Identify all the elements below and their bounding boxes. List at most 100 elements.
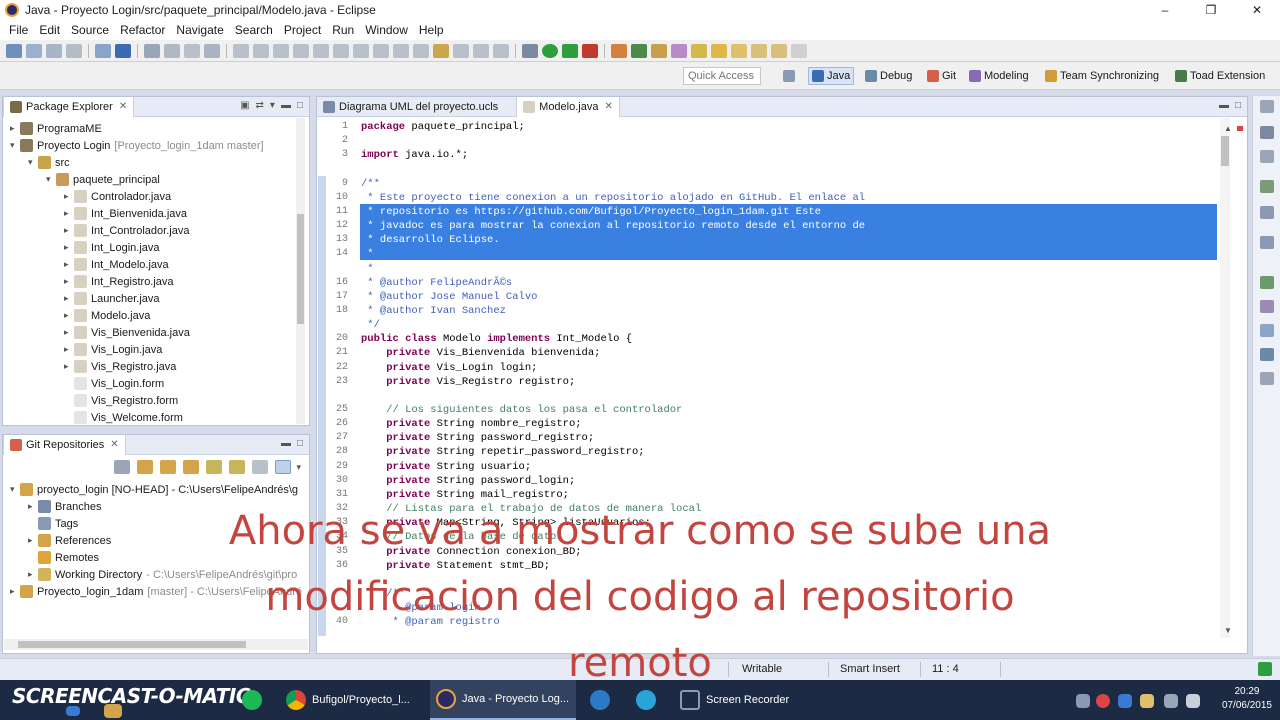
maximize-icon[interactable]: □ [297, 100, 303, 111]
console-icon[interactable] [1260, 300, 1274, 313]
code-line[interactable]: private String password_registro; [361, 431, 594, 445]
tab-package-explorer[interactable]: Package Explorer ✕ [3, 96, 135, 117]
tree-item-remotes[interactable]: Remotes [38, 549, 99, 566]
perspective-modeling[interactable]: Modeling [966, 67, 1032, 85]
scroll-thumb[interactable] [1221, 136, 1229, 166]
code-line[interactable]: * @param login [361, 601, 481, 615]
close-icon[interactable]: ✕ [119, 101, 127, 112]
menu-project[interactable]: Project [279, 23, 327, 37]
tab-modelo-java[interactable]: Modelo.java ✕ [516, 96, 620, 117]
telegram-icon[interactable] [636, 690, 656, 710]
collapse-icon[interactable] [114, 460, 131, 474]
menu-navigate[interactable]: Navigate [171, 23, 229, 37]
toggle-icon[interactable] [164, 43, 180, 58]
tree-item-programame[interactable]: ▸ ProgramaME [10, 120, 102, 137]
link-icon[interactable] [206, 460, 223, 474]
chrome-tray-icon[interactable] [1096, 694, 1110, 708]
tree-item-working-directory[interactable]: ▸ Working Directory - C:\Users\FelipeAndré… [28, 566, 297, 583]
tree-item-repository[interactable]: ▾ proyecto_login [NO-HEAD] - C:\Users\Fel… [10, 481, 298, 498]
code-line[interactable]: private Statement stmt_BD; [361, 559, 550, 573]
mark-occurrences-icon[interactable] [433, 43, 449, 58]
refresh-icon[interactable] [229, 460, 246, 474]
tree-item-file[interactable]: ▸ Int_Modelo.java [64, 256, 169, 273]
tool-icon[interactable] [293, 43, 309, 58]
tree-item-file[interactable]: Vis_Welcome.form [74, 409, 183, 426]
prev-annotation-icon[interactable] [731, 43, 747, 58]
perspective-git[interactable]: Git [924, 67, 959, 85]
tool-icon[interactable] [413, 43, 429, 58]
minimize-icon[interactable] [1260, 100, 1274, 113]
pin-icon[interactable] [791, 43, 807, 58]
code-line[interactable]: * desarrollo Eclipse. [361, 233, 499, 247]
menu-run[interactable]: Run [327, 23, 360, 37]
network-icon[interactable] [1164, 694, 1178, 708]
javadoc-icon[interactable] [1260, 236, 1274, 249]
tree-item-file[interactable]: ▸ Vis_Registro.java [64, 358, 176, 375]
tree-item-file[interactable]: ▸ Vis_Login.java [64, 341, 162, 358]
open-type-icon[interactable] [651, 43, 667, 58]
menu-help[interactable]: Help [414, 23, 450, 37]
tray-icon[interactable] [1076, 694, 1090, 708]
minimize-icon[interactable]: ▬ [281, 438, 291, 449]
minimize-icon[interactable]: ▬ [1219, 100, 1229, 111]
wrench-icon[interactable] [144, 43, 160, 58]
system-clock[interactable]: 20:29 07/06/2015 [1222, 685, 1272, 713]
code-line[interactable]: * [361, 247, 373, 261]
scroll-thumb[interactable] [297, 214, 304, 324]
code-line[interactable]: // Los siguientes datos los pasa el cont… [361, 403, 682, 417]
save-all-icon[interactable] [46, 43, 62, 58]
tool-icon[interactable] [473, 43, 489, 58]
link-selection-icon[interactable] [275, 460, 292, 474]
tree-item-file[interactable]: ▸ Controlador.java [64, 188, 171, 205]
tree-item-file[interactable]: ▸ Modelo.java [64, 307, 150, 324]
tool-icon[interactable] [453, 43, 469, 58]
code-line[interactable]: private Vis_Registro registro; [361, 375, 575, 389]
maximize-icon[interactable]: □ [297, 438, 303, 449]
run-dropdown-icon[interactable] [562, 43, 578, 58]
new-icon[interactable] [6, 43, 22, 58]
tray-icon[interactable] [1118, 694, 1132, 708]
tree-item-file[interactable]: ▸ Int_Bienvenida.java [64, 205, 187, 222]
code-line[interactable]: package paquete_principal; [361, 120, 525, 134]
menu-refactor[interactable]: Refactor [115, 23, 171, 37]
menu-file[interactable]: File [4, 23, 34, 37]
code-line[interactable]: * @author Jose Manuel Calvo [361, 290, 537, 304]
declaration-icon[interactable] [1260, 276, 1274, 289]
tool-icon[interactable] [233, 43, 249, 58]
scroll-thumb[interactable] [18, 641, 246, 648]
tree-item-tags[interactable]: Tags [38, 515, 78, 532]
toggle-icon[interactable] [204, 43, 220, 58]
history-icon[interactable] [1260, 348, 1274, 361]
clone-repository-icon[interactable] [160, 460, 177, 474]
perspective-team-synchronizing[interactable]: Team Synchronizing [1042, 67, 1162, 85]
perspective-debug[interactable]: Debug [862, 67, 915, 85]
filter-icon[interactable] [252, 460, 269, 474]
link-editor-icon[interactable]: ⇄ [256, 100, 264, 111]
close-button[interactable]: ✕ [1234, 0, 1280, 20]
add-repository-icon[interactable] [137, 460, 154, 474]
package-explorer-scrollbar[interactable] [296, 118, 305, 424]
maximize-button[interactable]: ❐ [1188, 0, 1234, 20]
view-menu-icon[interactable]: ▾ [296, 462, 301, 473]
print-icon[interactable] [66, 43, 82, 58]
open-perspective-button[interactable] [780, 67, 801, 85]
code-line[interactable]: // Listas para el trabajo de datos de ma… [361, 502, 701, 516]
external-tools-icon[interactable] [582, 43, 598, 58]
toggle-icon[interactable] [184, 43, 200, 58]
code-line[interactable]: private String usuario; [361, 460, 531, 474]
taskbar-app-screen-recorder[interactable]: Screen Recorder [676, 680, 806, 720]
code-line[interactable]: * repositorio es https://github.com/Bufi… [361, 205, 821, 219]
forward-icon[interactable] [771, 43, 787, 58]
code-line[interactable]: private String repetir_password_registro… [361, 445, 644, 459]
code-line[interactable]: private Vis_Login login; [361, 361, 537, 375]
tree-item-package[interactable]: ▾ paquete_principal [46, 171, 160, 188]
menu-source[interactable]: Source [66, 23, 115, 37]
globe-icon[interactable] [115, 43, 131, 58]
file-explorer-icon[interactable] [104, 704, 122, 718]
pencil-icon[interactable] [691, 43, 707, 58]
tree-item-src[interactable]: ▾ src [28, 154, 70, 171]
save-icon[interactable] [26, 43, 42, 58]
code-line[interactable]: public class Modelo implements Int_Model… [361, 332, 632, 346]
code-line[interactable]: * Este proyecto tiene conexion a un repo… [361, 191, 865, 205]
editor-vertical-scrollbar[interactable] [1220, 118, 1230, 638]
